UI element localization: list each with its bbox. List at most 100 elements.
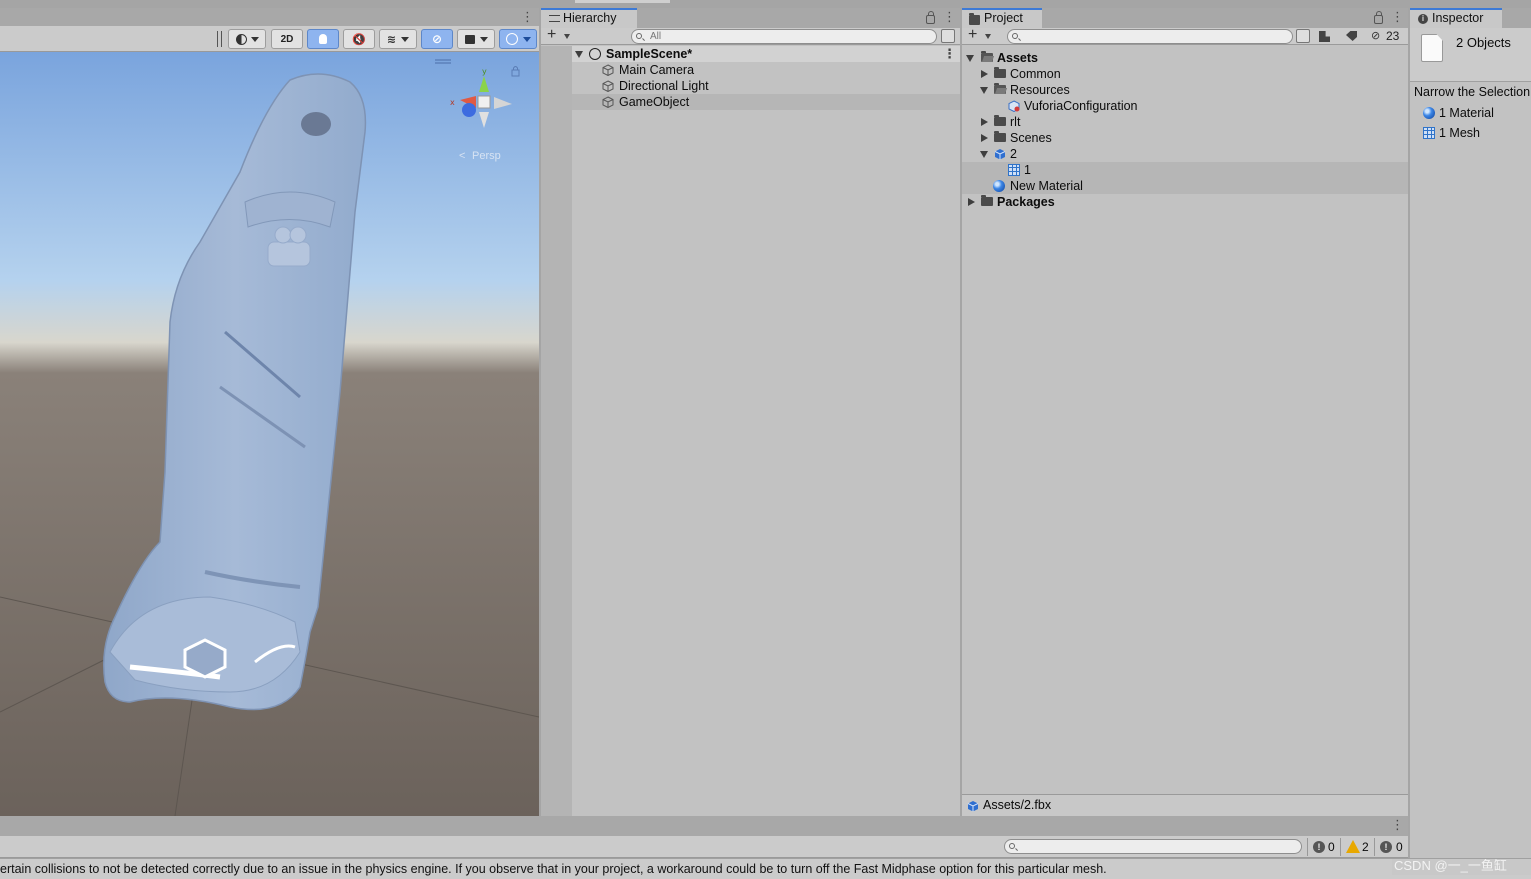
hierarchy-search-placeholder: All xyxy=(650,31,662,42)
hierarchy-search-input[interactable]: All xyxy=(631,29,937,44)
project-item-label: Assets xyxy=(997,51,1038,65)
console-menu-icon[interactable] xyxy=(1391,817,1404,833)
projection-label[interactable]: Persp xyxy=(472,150,501,162)
hierarchy-scene-name: SampleScene* xyxy=(606,47,693,61)
shading-sphere-icon xyxy=(235,33,247,45)
project-item-mesh-1[interactable]: 1 xyxy=(962,162,1408,178)
hierarchy-scene-row[interactable]: SampleScene* xyxy=(572,46,960,62)
projection-chevron-icon[interactable]: < xyxy=(459,150,465,162)
project-menu-icon[interactable] xyxy=(1391,9,1404,25)
expand-arrow-icon[interactable] xyxy=(980,151,988,158)
project-item-resources[interactable]: Resources xyxy=(962,82,1408,98)
hierarchy-menu-icon[interactable] xyxy=(943,9,956,25)
chevron-down-icon xyxy=(401,36,410,42)
hierarchy-item-label: GameObject xyxy=(619,95,690,109)
collapse-arrow-icon[interactable] xyxy=(968,198,975,206)
toolbar-drag-handle-icon[interactable] xyxy=(217,31,222,47)
tab-project[interactable]: Project xyxy=(962,8,1042,28)
console-tab-bar xyxy=(0,816,1408,836)
unity-scene-icon xyxy=(589,48,601,60)
hierarchy-item-gameobject[interactable]: GameObject xyxy=(572,94,960,110)
camera-settings-dropdown[interactable] xyxy=(457,29,495,49)
project-item-label: VuforiaConfiguration xyxy=(1024,99,1138,113)
hierarchy-item-directional-light[interactable]: Directional Light xyxy=(572,78,960,94)
hierarchy-tree: SampleScene* Main Camera Directional Lig… xyxy=(541,46,960,816)
effects-stack-icon: ≋ xyxy=(386,33,397,46)
scene-panel-menu-icon[interactable] xyxy=(521,9,534,25)
project-search-input[interactable] xyxy=(1007,29,1293,44)
scene-tab-bar xyxy=(0,8,539,26)
console-warning-count: 2 xyxy=(1362,840,1369,854)
hierarchy-item-main-camera[interactable]: Main Camera xyxy=(572,62,960,78)
hierarchy-toolbar: + All xyxy=(541,26,960,45)
hierarchy-tab-bar: Hierarchy xyxy=(541,8,960,28)
project-item-assets[interactable]: Assets xyxy=(962,50,1408,66)
console-search-input[interactable] xyxy=(1004,839,1302,854)
add-plus-icon[interactable]: + xyxy=(547,26,556,44)
expand-arrow-icon[interactable] xyxy=(966,55,974,62)
filter-by-label-icon[interactable] xyxy=(1346,31,1357,41)
project-item-label: Common xyxy=(1010,67,1061,81)
audio-toggle-button[interactable]: 🔇 xyxy=(343,29,375,49)
narrow-item-mesh[interactable]: 1 Mesh xyxy=(1410,125,1531,141)
collapse-arrow-icon[interactable] xyxy=(981,118,988,126)
console-error-count: 0 xyxy=(1396,840,1403,854)
gizmo-z-cone[interactable] xyxy=(462,103,476,117)
folder-icon xyxy=(994,131,1006,142)
add-plus-icon[interactable]: + xyxy=(968,26,977,44)
project-tab-bar: Project xyxy=(962,8,1408,28)
shading-mode-dropdown[interactable] xyxy=(228,29,266,49)
project-item-scenes[interactable]: Scenes xyxy=(962,130,1408,146)
project-item-common[interactable]: Common xyxy=(962,66,1408,82)
effects-dropdown[interactable]: ≋ xyxy=(379,29,417,49)
console-error-toggle[interactable]: ! 0 xyxy=(1374,838,1407,856)
narrow-item-material[interactable]: 1 Material xyxy=(1410,105,1531,121)
tab-inspector[interactable]: i Inspector xyxy=(1410,8,1502,28)
hidden-packages-eye-icon[interactable]: ⊘ xyxy=(1371,29,1380,42)
collapse-arrow-icon[interactable] xyxy=(981,134,988,142)
hierarchy-lock-icon[interactable] xyxy=(926,11,935,24)
scene-render[interactable]: y x < Persp xyxy=(0,52,539,816)
tab-hierarchy[interactable]: Hierarchy xyxy=(541,8,637,28)
folder-icon xyxy=(994,115,1006,126)
material-sphere-icon xyxy=(993,180,1005,192)
search-by-type-icon[interactable] xyxy=(941,29,955,43)
mesh-grid-icon xyxy=(1008,164,1020,176)
gizmos-dropdown[interactable] xyxy=(499,29,537,49)
folder-icon xyxy=(994,67,1006,78)
gizmo-center-cube[interactable] xyxy=(477,95,491,109)
chevron-down-icon xyxy=(250,36,259,42)
warning-triangle-icon xyxy=(1346,840,1360,853)
info-icon: i xyxy=(1418,14,1428,24)
console-info-count: 0 xyxy=(1328,840,1335,854)
chevron-down-icon[interactable] xyxy=(985,34,991,39)
toggle-2d-button[interactable]: 2D xyxy=(271,29,303,49)
folder-open-icon xyxy=(981,51,993,62)
scene-visibility-toggle-button[interactable]: ⊘ xyxy=(421,29,453,49)
console-toolbar: ! 0 2 ! 0 xyxy=(0,836,1408,858)
console-warning-toggle[interactable]: 2 xyxy=(1340,838,1373,856)
search-by-type-icon[interactable] xyxy=(1296,29,1310,43)
gizmo-x-label: x xyxy=(450,98,455,107)
scene-row-menu-icon[interactable] xyxy=(943,46,956,62)
project-item-model-2[interactable]: 2 xyxy=(962,146,1408,162)
collapse-arrow-icon[interactable] xyxy=(981,70,988,78)
narrow-item-label: 1 Mesh xyxy=(1439,126,1480,140)
project-item-vuforia-configuration[interactable]: VuforiaConfiguration xyxy=(962,98,1408,114)
project-item-rlt[interactable]: rlt xyxy=(962,114,1408,130)
speaker-muted-icon: 🔇 xyxy=(352,33,366,46)
expand-arrow-icon[interactable] xyxy=(980,87,988,94)
filter-by-type-icon[interactable] xyxy=(1319,31,1330,42)
tab-project-label: Project xyxy=(984,11,1023,25)
chevron-down-icon[interactable] xyxy=(564,34,570,39)
folder-icon xyxy=(981,195,993,206)
status-bar[interactable]: ertain collisions to not be detected cor… xyxy=(0,858,1531,879)
project-item-new-material[interactable]: New Material xyxy=(962,178,1408,194)
project-lock-icon[interactable] xyxy=(1374,11,1383,24)
lighting-toggle-button[interactable] xyxy=(307,29,339,49)
expand-arrow-icon[interactable] xyxy=(575,51,583,58)
scene-viewport[interactable]: y x < Persp xyxy=(0,52,539,816)
console-info-toggle[interactable]: ! 0 xyxy=(1307,838,1339,856)
project-item-packages[interactable]: Packages xyxy=(962,194,1408,210)
eye-hidden-icon: ⊘ xyxy=(431,32,443,46)
